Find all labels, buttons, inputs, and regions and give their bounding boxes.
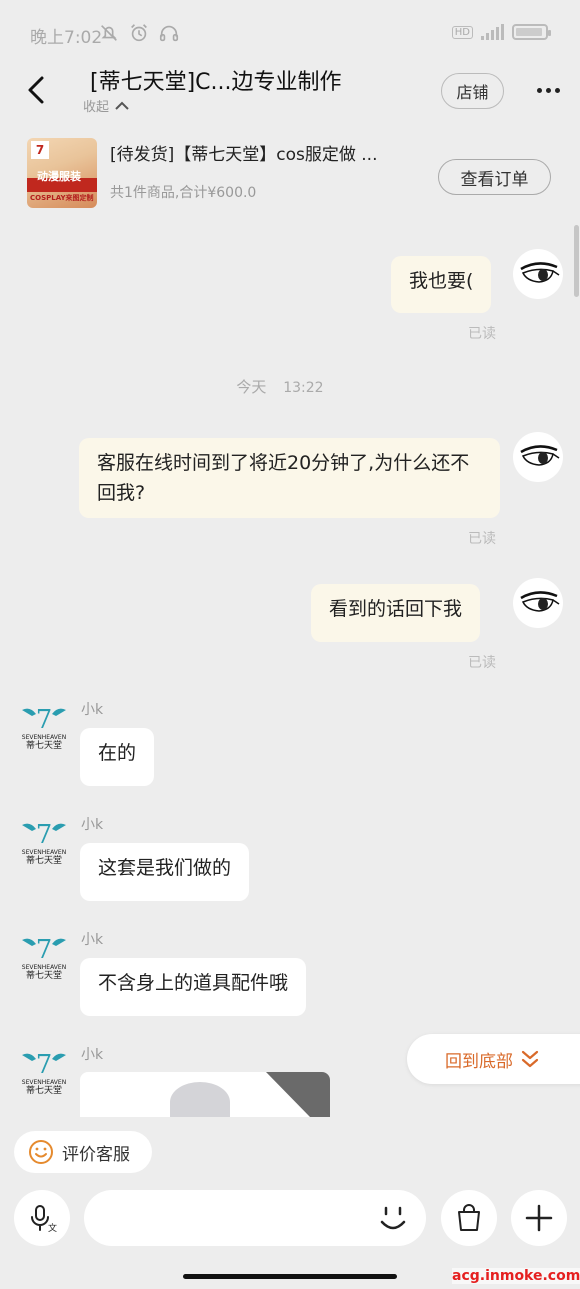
- sender-name: 小k: [81, 817, 104, 833]
- svg-text:SEVENHEAVEN: SEVENHEAVEN: [22, 964, 66, 971]
- voice-input-button[interactable]: 文: [14, 1190, 70, 1246]
- anime-eye-icon: [520, 445, 560, 466]
- svg-text:7: 7: [36, 935, 53, 965]
- order-summary: 共1件商品,合计¥600.0: [110, 185, 257, 201]
- shop-logo-icon: 7SEVENHEAVEN蒂七天堂: [22, 935, 66, 981]
- svg-text:文: 文: [48, 1222, 57, 1233]
- rate-service-button[interactable]: 评价客服: [14, 1131, 152, 1173]
- read-receipt: 已读: [468, 655, 496, 671]
- watermark: acg.inmoke.com: [452, 1268, 580, 1284]
- more-dot: [545, 87, 551, 93]
- status-bar: 晚上7:02 HD: [0, 0, 580, 66]
- timestamp-time: 13:22: [283, 380, 324, 396]
- shopping-bag-button[interactable]: [441, 1190, 497, 1246]
- smiley-icon: [29, 1140, 53, 1164]
- svg-text:SEVENHEAVEN: SEVENHEAVEN: [22, 849, 66, 856]
- shop-logo-icon: 7SEVENHEAVEN蒂七天堂: [22, 820, 66, 866]
- shop-logo-icon: 7SEVENHEAVEN蒂七天堂: [22, 1050, 66, 1096]
- svg-text:SEVENHEAVEN: SEVENHEAVEN: [22, 734, 66, 741]
- chat-header: [蒂七天堂]C...边专业制作 收起 店铺: [0, 60, 580, 122]
- scroll-to-bottom-label: 回到底部: [445, 1051, 513, 1072]
- more-dot: [536, 87, 542, 93]
- shop-avatar[interactable]: 7 SEVENHEAVEN 蒂七天堂: [18, 1045, 70, 1097]
- thumb-text-main: 动漫服装: [37, 170, 81, 183]
- image-dark-region: [266, 1072, 330, 1117]
- sender-name: 小k: [81, 932, 104, 948]
- svg-text:7: 7: [36, 820, 53, 850]
- outgoing-message[interactable]: 看到的话回下我: [311, 584, 481, 642]
- read-receipt: 已读: [468, 531, 496, 547]
- svg-text:7: 7: [36, 705, 53, 735]
- order-title: [待发货]【蒂七天堂】cos服定做 ...: [110, 145, 378, 165]
- status-right: HD: [451, 24, 551, 40]
- user-avatar[interactable]: [513, 578, 563, 628]
- status-icons: [98, 22, 180, 44]
- shop-avatar[interactable]: 7 SEVENHEAVEN 蒂七天堂: [18, 815, 70, 867]
- svg-text:蒂七天堂: 蒂七天堂: [26, 854, 62, 866]
- collapse-label: 收起: [83, 100, 110, 115]
- chat-title: [蒂七天堂]C...边专业制作: [90, 70, 342, 95]
- svg-text:7: 7: [36, 1050, 53, 1080]
- order-card[interactable]: 7 动漫服装 COSPLAY来图定制 [待发货]【蒂七天堂】cos服定做 ...…: [0, 128, 580, 216]
- chevron-up-icon: [115, 101, 129, 110]
- view-order-button[interactable]: 查看订单: [438, 159, 551, 195]
- scrollbar-thumb[interactable]: [574, 225, 579, 297]
- user-avatar[interactable]: [513, 249, 563, 299]
- home-indicator[interactable]: [183, 1274, 397, 1279]
- anime-eye-icon: [520, 262, 560, 283]
- double-chevron-down-icon: [521, 1050, 539, 1068]
- user-avatar[interactable]: [513, 432, 563, 482]
- outgoing-message[interactable]: 客服在线时间到了将近20分钟了,为什么还不回我?: [79, 438, 500, 518]
- rate-service-label: 评价客服: [62, 1144, 130, 1165]
- hd-badge: HD: [451, 25, 473, 39]
- incoming-message[interactable]: 不含身上的道具配件哦: [80, 958, 307, 1016]
- signal-icon: [481, 24, 504, 40]
- status-time: 晚上7:02: [30, 28, 103, 48]
- more-options-button[interactable]: [532, 78, 564, 102]
- svg-text:蒂七天堂: 蒂七天堂: [26, 1084, 62, 1096]
- svg-text:蒂七天堂: 蒂七天堂: [26, 739, 62, 751]
- shop-avatar[interactable]: 7 SEVENHEAVEN 蒂七天堂: [18, 700, 70, 752]
- scroll-to-bottom-button[interactable]: 回到底部: [407, 1034, 580, 1084]
- sender-name: 小k: [81, 1047, 104, 1063]
- svg-text:SEVENHEAVEN: SEVENHEAVEN: [22, 1079, 66, 1086]
- svg-text:蒂七天堂: 蒂七天堂: [26, 969, 62, 981]
- back-button[interactable]: [18, 70, 54, 110]
- more-dot: [554, 87, 560, 93]
- battery-icon: [512, 24, 551, 40]
- chevron-left-icon: [28, 76, 44, 104]
- alarm-icon: [131, 24, 147, 42]
- image-message[interactable]: [80, 1072, 330, 1117]
- plus-icon: [525, 1204, 553, 1232]
- incoming-message[interactable]: 在的: [80, 728, 155, 786]
- sender-name: 小k: [81, 702, 104, 718]
- product-thumbnail[interactable]: 7 动漫服装 COSPLAY来图定制: [27, 138, 97, 208]
- shopping-bag-icon: [458, 1204, 480, 1231]
- outgoing-message[interactable]: 我也要(: [391, 256, 492, 313]
- collapse-toggle[interactable]: 收起: [83, 96, 129, 115]
- microphone-icon: 文: [31, 1205, 57, 1233]
- timestamp-divider: 今天 13:22: [0, 376, 560, 397]
- smile-face-icon: [380, 1206, 406, 1230]
- incoming-message[interactable]: 这套是我们做的: [80, 843, 250, 901]
- thumb-logo: 7: [31, 141, 49, 159]
- more-actions-button[interactable]: [511, 1190, 567, 1246]
- thumb-text-sub: COSPLAY来图定制: [30, 194, 94, 202]
- shop-button[interactable]: 店铺: [441, 73, 504, 109]
- anime-eye-icon: [520, 591, 560, 612]
- emoji-button[interactable]: [374, 1200, 412, 1238]
- shop-logo-icon: 7SEVENHEAVEN蒂七天堂: [22, 705, 66, 751]
- timestamp-day: 今天: [236, 378, 267, 396]
- shop-avatar[interactable]: 7 SEVENHEAVEN 蒂七天堂: [18, 930, 70, 982]
- read-receipt: 已读: [468, 326, 496, 342]
- image-figure: [170, 1082, 230, 1117]
- bell-muted-icon: [101, 25, 117, 41]
- headphones-icon: [159, 25, 179, 42]
